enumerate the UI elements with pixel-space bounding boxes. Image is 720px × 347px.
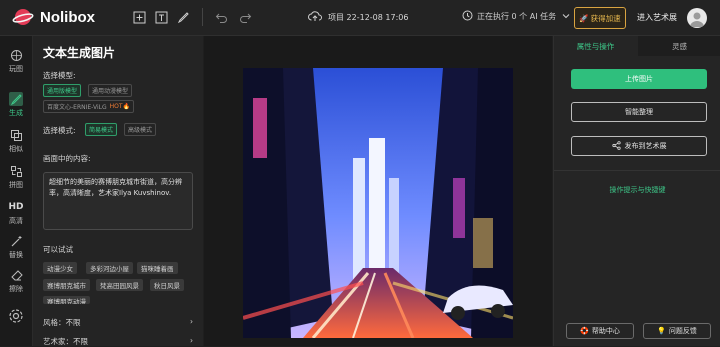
divider <box>554 170 720 171</box>
running-tasks[interactable]: 正在执行 0 个 AI 任务 <box>462 10 570 23</box>
gear-icon <box>8 308 24 324</box>
mode-label: 选择模式: <box>43 126 76 135</box>
try-chip[interactable]: 多彩河边小屋 <box>86 262 133 274</box>
try-chip[interactable]: 赛博朋克动漫 <box>43 296 90 304</box>
generated-image[interactable] <box>243 68 513 338</box>
try-chip[interactable]: 猫咪睡着画 <box>137 262 178 274</box>
eraser-icon <box>9 268 23 282</box>
boost-button[interactable]: 🚀 获得加速 <box>574 7 626 29</box>
try-chip[interactable]: 秋日风景 <box>150 279 184 291</box>
help-icon: 🛟 <box>580 327 589 335</box>
clock-icon <box>462 10 473 23</box>
style-selector[interactable]: 风格：不限 › <box>43 317 193 328</box>
cloud-upload-icon <box>308 10 322 24</box>
shortcut-hint-link[interactable]: 操作提示与快捷键 <box>554 185 720 195</box>
tab-inspiration[interactable]: 灵感 <box>638 36 720 56</box>
logo-text: Nolibox <box>40 8 95 26</box>
mode-option-advanced[interactable]: 高级模式 <box>124 123 157 136</box>
project-info[interactable]: 项目 22-12-08 17:06 <box>308 10 408 24</box>
project-label: 项目 22-12-08 17:06 <box>328 12 409 22</box>
add-frame-icon[interactable] <box>132 10 146 24</box>
model-option-ernie[interactable]: 百度文心-ERNIE-ViLG HOT🔥 <box>43 100 134 113</box>
help-center-button[interactable]: 🛟 帮助中心 <box>566 323 634 339</box>
hot-badge: HOT🔥 <box>109 103 130 110</box>
sidebar-item-label: 替换 <box>9 251 23 259</box>
share-icon <box>611 140 621 152</box>
add-text-icon[interactable] <box>154 10 168 24</box>
tab-properties[interactable]: 属性与操作 <box>554 36 637 56</box>
running-tasks-label: 正在执行 0 个 AI 任务 <box>477 12 557 21</box>
sidebar-item-label: 生成 <box>9 109 23 117</box>
sidebar-item-replace[interactable]: 替换 <box>0 234 32 260</box>
sidebar-item-collage[interactable]: 拼图 <box>0 164 32 190</box>
avatar[interactable] <box>687 8 707 28</box>
sidebar-item-hd[interactable]: HD 高清 <box>0 200 32 226</box>
feedback-label: 问题反馈 <box>668 327 697 335</box>
chevron-down-icon <box>562 12 570 21</box>
help-label: 帮助中心 <box>591 327 620 335</box>
try-chip[interactable]: 梵高田园风景 <box>96 279 143 291</box>
toolbar-divider <box>202 8 203 26</box>
try-chip[interactable]: 赛博朋克城市 <box>43 279 90 291</box>
generation-panel: 文本生成图片 选择模型: 通用版模型 通用动漫模型 百度文心-ERNIE-ViL… <box>33 36 203 346</box>
copy-icon <box>9 128 23 142</box>
sidebar-item-generate[interactable]: 生成 <box>0 92 32 118</box>
tool-sidebar: 玩图 生成 相似 拼图 HD 高清 替换 擦除 <box>0 36 33 346</box>
sidebar-item-play[interactable]: 玩图 <box>0 48 32 74</box>
artist-label: 艺术家：不限 <box>43 337 88 346</box>
logo[interactable]: Nolibox <box>12 8 95 26</box>
boost-label: 获得加速 <box>590 13 621 23</box>
rocket-icon: 🚀 <box>579 13 589 23</box>
sidebar-item-label: 玩图 <box>9 65 23 73</box>
lightbulb-icon: 💡 <box>657 327 666 335</box>
sidebar-item-label: 拼图 <box>9 181 23 189</box>
model-label: 选择模型: <box>43 71 76 80</box>
brush-icon <box>9 92 23 106</box>
gallery-link[interactable]: 进入艺术展 <box>637 12 677 23</box>
prompt-textarea[interactable]: 超细节的美丽的赛博朋克城市街道，高分辨率，高清晰度，艺术家Ilya Kuvshi… <box>43 172 193 230</box>
chevron-right-icon: › <box>190 317 193 326</box>
sidebar-item-similar[interactable]: 相似 <box>0 128 32 154</box>
style-label: 风格：不限 <box>43 318 81 327</box>
model-option-ernie-label: 百度文心-ERNIE-ViLG <box>47 104 107 111</box>
puzzle-icon <box>9 164 23 178</box>
publish-label: 发布到艺术展 <box>624 142 667 150</box>
artist-selector[interactable]: 艺术家：不限 › <box>43 336 193 347</box>
publish-button[interactable]: 发布到艺术展 <box>571 136 707 156</box>
logo-mark-icon <box>12 8 34 26</box>
mode-option-simple[interactable]: 简易模式 <box>85 123 118 136</box>
undo-icon[interactable] <box>214 10 228 24</box>
model-option-anime[interactable]: 通用动漫模型 <box>88 84 133 97</box>
model-option-general[interactable]: 通用版模型 <box>43 84 82 97</box>
chevron-right-icon: › <box>190 336 193 345</box>
properties-panel: 属性与操作 灵感 上传图片 智能整理 发布到艺术展 操作提示与快捷键 🛟 帮助中… <box>553 36 720 346</box>
panel-title: 文本生成图片 <box>43 46 116 60</box>
sidebar-item-label: 擦除 <box>9 285 23 293</box>
sidebar-settings[interactable] <box>0 308 32 326</box>
hd-icon: HD <box>8 202 24 212</box>
feedback-button[interactable]: 💡 问题反馈 <box>643 323 711 339</box>
top-bar: Nolibox 项目 22-12-08 17:06 正在执行 0 个 AI 任务… <box>0 0 720 36</box>
try-chip[interactable]: 动漫少女 <box>43 262 77 274</box>
sidebar-item-label: 高清 <box>9 217 23 225</box>
layers-icon <box>9 48 23 62</box>
smart-organize-button[interactable]: 智能整理 <box>571 102 707 122</box>
prompt-label: 画面中的内容: <box>43 154 91 163</box>
sidebar-item-erase[interactable]: 擦除 <box>0 268 32 294</box>
upload-image-button[interactable]: 上传图片 <box>571 69 707 89</box>
redo-icon[interactable] <box>238 10 252 24</box>
try-label: 可以试试 <box>43 245 73 254</box>
magic-wand-icon <box>9 234 23 248</box>
brush-tool-icon[interactable] <box>176 10 190 24</box>
sidebar-item-label: 相似 <box>9 145 23 153</box>
